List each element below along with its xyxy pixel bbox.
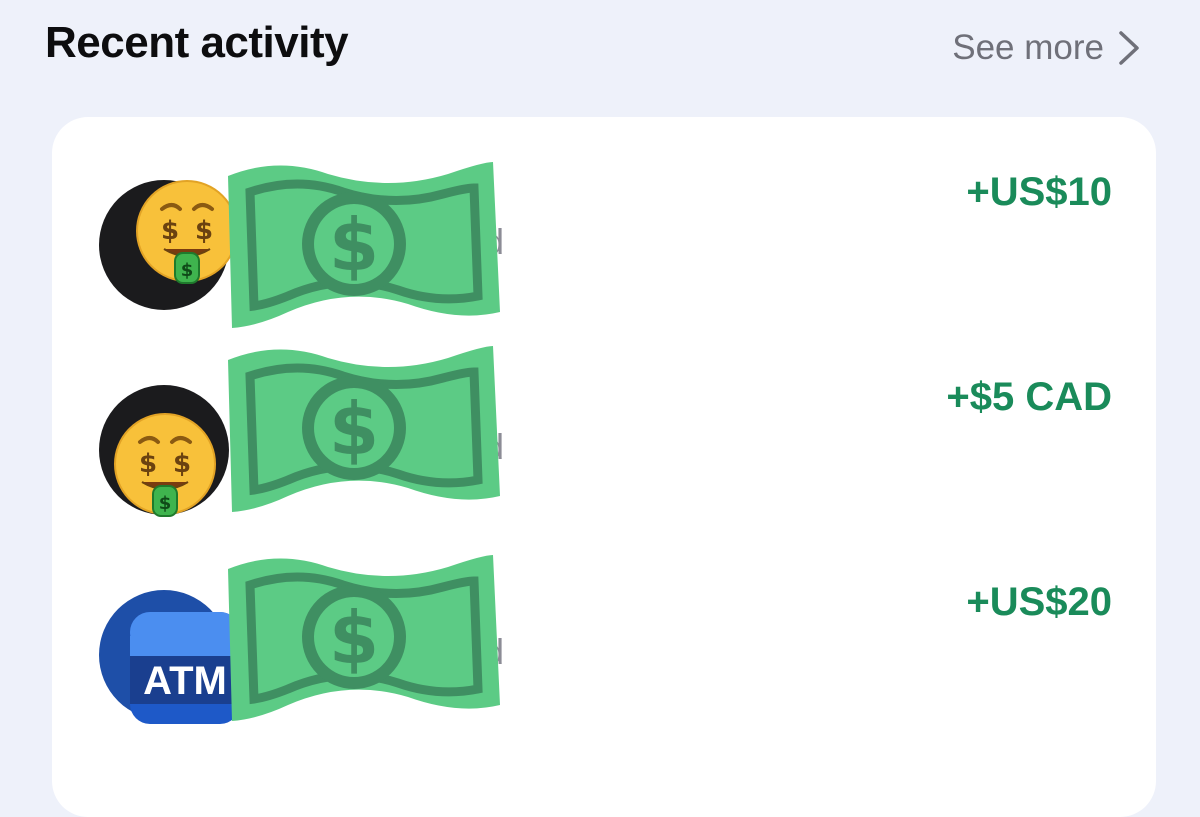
see-more-link[interactable]: See more bbox=[952, 28, 1140, 68]
chevron-right-icon bbox=[1119, 31, 1139, 65]
section-title: Recent activity bbox=[45, 18, 349, 67]
atm-badge-text: ATM bbox=[143, 659, 227, 703]
svg-text:$: $ bbox=[329, 203, 379, 287]
see-more-label: See more bbox=[952, 28, 1104, 67]
activity-row[interactable]: $ $ $ d $ +$5 CAD bbox=[52, 322, 1156, 527]
svg-text:$: $ bbox=[181, 260, 194, 281]
money-mouth-face-icon: $ $ $ bbox=[114, 413, 216, 517]
money-sticker-icon: $ bbox=[228, 555, 500, 721]
svg-text:$: $ bbox=[159, 493, 172, 514]
svg-text:$: $ bbox=[161, 216, 179, 246]
transaction-amount: +US$10 bbox=[966, 170, 1112, 214]
svg-text:$: $ bbox=[195, 216, 213, 246]
svg-text:$: $ bbox=[139, 449, 157, 479]
transaction-amount: +$5 CAD bbox=[946, 375, 1112, 419]
activity-row[interactable]: ATM d $ +US$20 bbox=[52, 527, 1156, 732]
transaction-amount: +US$20 bbox=[966, 580, 1112, 624]
activity-row[interactable]: $ $ $ d $ +US$10 bbox=[52, 117, 1156, 328]
activity-card: $ $ $ d $ +US$10 $ $ $ d bbox=[52, 117, 1156, 817]
svg-text:$: $ bbox=[329, 596, 379, 680]
svg-text:$: $ bbox=[329, 387, 379, 471]
money-sticker-icon: $ bbox=[228, 346, 500, 512]
svg-text:$: $ bbox=[173, 449, 191, 479]
money-sticker-icon: $ bbox=[228, 162, 500, 328]
